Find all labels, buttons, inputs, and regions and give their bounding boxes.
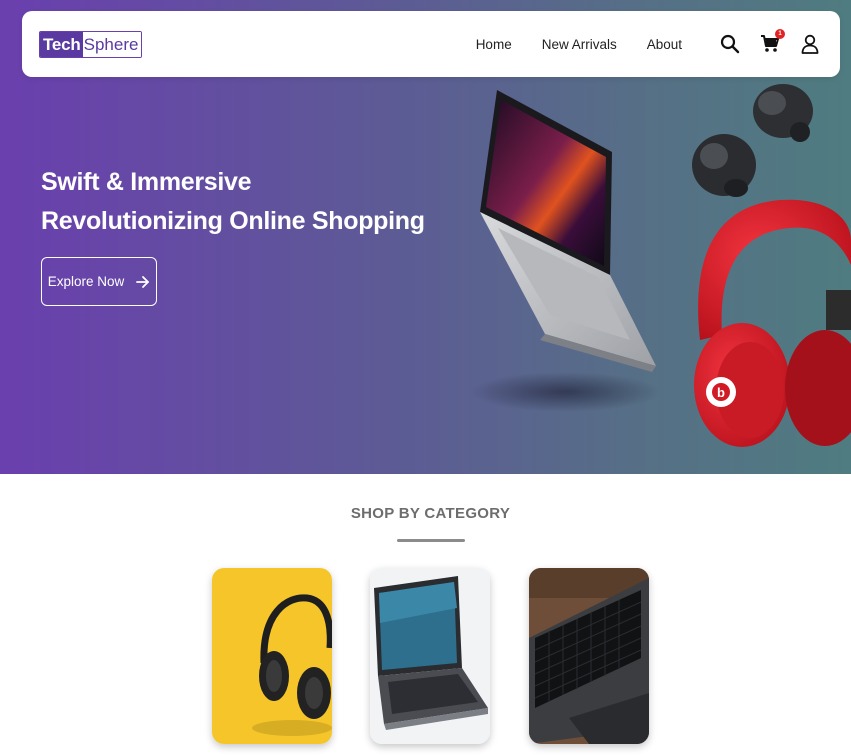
- brand-logo[interactable]: Tech Sphere: [39, 30, 143, 58]
- user-icon[interactable]: [798, 32, 822, 56]
- search-icon[interactable]: [718, 32, 742, 56]
- hero-headline-line2: Revolutionizing Online Shopping: [41, 207, 425, 235]
- category-card-laptops[interactable]: [370, 568, 490, 744]
- section-title-shop-by-category: SHOP BY CATEGORY: [350, 505, 511, 522]
- category-image-keyboard: [529, 568, 649, 744]
- logo-text-sphere: Sphere: [82, 31, 142, 57]
- cart-icon[interactable]: 1: [758, 29, 785, 56]
- explore-now-label: Explore Now: [47, 274, 125, 289]
- nav-link-about[interactable]: About: [647, 37, 682, 52]
- section-title-underline: [397, 539, 465, 542]
- nav-link-new-arrivals[interactable]: New Arrivals: [542, 37, 617, 52]
- category-card-headphones[interactable]: [212, 568, 332, 744]
- svg-text:b: b: [717, 385, 725, 400]
- logo-text-tech: Tech: [40, 31, 83, 57]
- explore-now-button[interactable]: Explore Now: [41, 257, 157, 306]
- category-image-headphones: [212, 568, 332, 744]
- category-image-laptop: [370, 568, 490, 744]
- category-card-keyboards[interactable]: [529, 568, 649, 744]
- hero-banner: b Tech Sphere Home New Arrivals About 1 …: [0, 0, 851, 474]
- nav-menu: Home New Arrivals About 1: [476, 29, 822, 56]
- arrow-right-icon: [136, 275, 150, 288]
- hero-headline-line1: Swift & Immersive: [41, 168, 252, 196]
- cart-count-badge: 1: [775, 29, 785, 39]
- nav-link-home[interactable]: Home: [476, 37, 512, 52]
- top-navbar: Tech Sphere Home New Arrivals About 1: [22, 11, 840, 77]
